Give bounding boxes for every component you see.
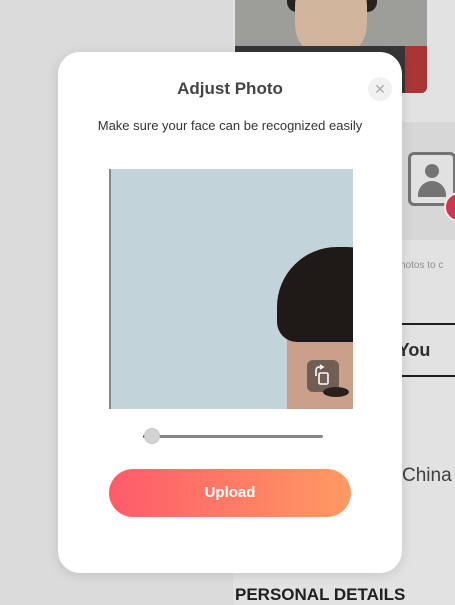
zoom-slider-thumb[interactable] (145, 429, 159, 443)
dialog-title: Adjust Photo (177, 79, 283, 98)
rotate-button[interactable] (307, 360, 339, 392)
dialog-subtitle: Make sure your face can be recognized ea… (97, 118, 363, 133)
close-button[interactable]: ✕ (368, 77, 392, 101)
zoom-slider-track (143, 435, 323, 438)
adjust-photo-dialog: Adjust Photo ✕ Make sure your face can b… (58, 52, 402, 573)
rotate-icon (315, 364, 329, 385)
upload-button[interactable]: Upload (109, 469, 351, 517)
close-icon: ✕ (374, 81, 386, 97)
zoom-slider[interactable] (143, 429, 323, 443)
